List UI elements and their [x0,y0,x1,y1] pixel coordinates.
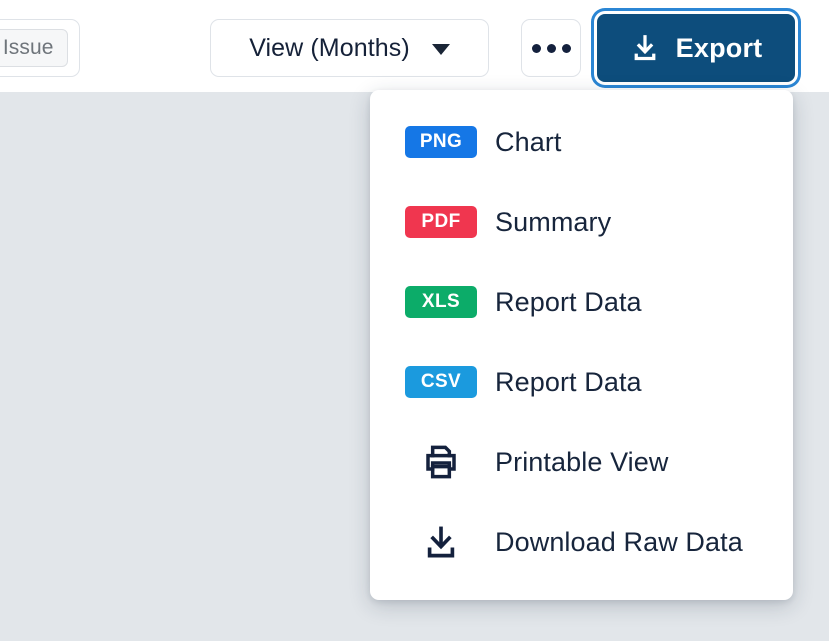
filter-chip-issue[interactable]: 2. Issue [0,29,68,67]
export-menu-item-chart-png[interactable]: PNG Chart [370,102,793,182]
png-badge-icon: PNG [405,126,477,158]
export-menu-item-report-data-xls-label: Report Data [495,286,642,317]
export-menu-item-download-raw-data-label: Download Raw Data [495,526,743,557]
export-menu-item-summary-pdf-label: Summary [495,206,612,237]
chevron-down-icon [431,44,450,55]
export-menu-item-chart-png-label: Chart [495,126,562,157]
top-toolbar: ject 2. Issue View (Months) Export [0,0,829,92]
filter-chip-issue-label: Issue [2,36,54,59]
view-months-label: View (Months) [249,33,410,62]
printer-icon [405,442,477,482]
xls-badge-icon: XLS [405,286,477,318]
download-icon [630,33,660,63]
export-menu-item-report-data-csv-label: Report Data [495,366,642,397]
filter-chip-group: ject 2. Issue [0,19,80,77]
export-menu-item-printable-view-label: Printable View [495,446,669,477]
ellipsis-horizontal-icon [531,43,541,53]
download-icon [405,523,477,561]
export-menu-item-printable-view[interactable]: Printable View [370,422,793,502]
ellipsis-dot-3 [561,43,571,53]
ellipsis-dot-2 [546,43,556,53]
pdf-badge-icon: PDF [405,206,477,238]
export-menu-list: PNG Chart PDF Summary XLS Report Data CS… [370,90,793,582]
export-button[interactable]: Export [597,14,795,82]
export-dropdown-menu: PNG Chart PDF Summary XLS Report Data CS… [370,90,793,600]
csv-badge-icon: CSV [405,366,477,398]
more-options-button[interactable] [521,19,581,77]
export-button-label: Export [675,32,763,63]
export-menu-item-report-data-csv[interactable]: CSV Report Data [370,342,793,422]
export-menu-item-download-raw-data[interactable]: Download Raw Data [370,502,793,582]
export-menu-item-report-data-xls[interactable]: XLS Report Data [370,262,793,342]
export-menu-item-summary-pdf[interactable]: PDF Summary [370,182,793,262]
view-months-dropdown[interactable]: View (Months) [210,19,489,77]
